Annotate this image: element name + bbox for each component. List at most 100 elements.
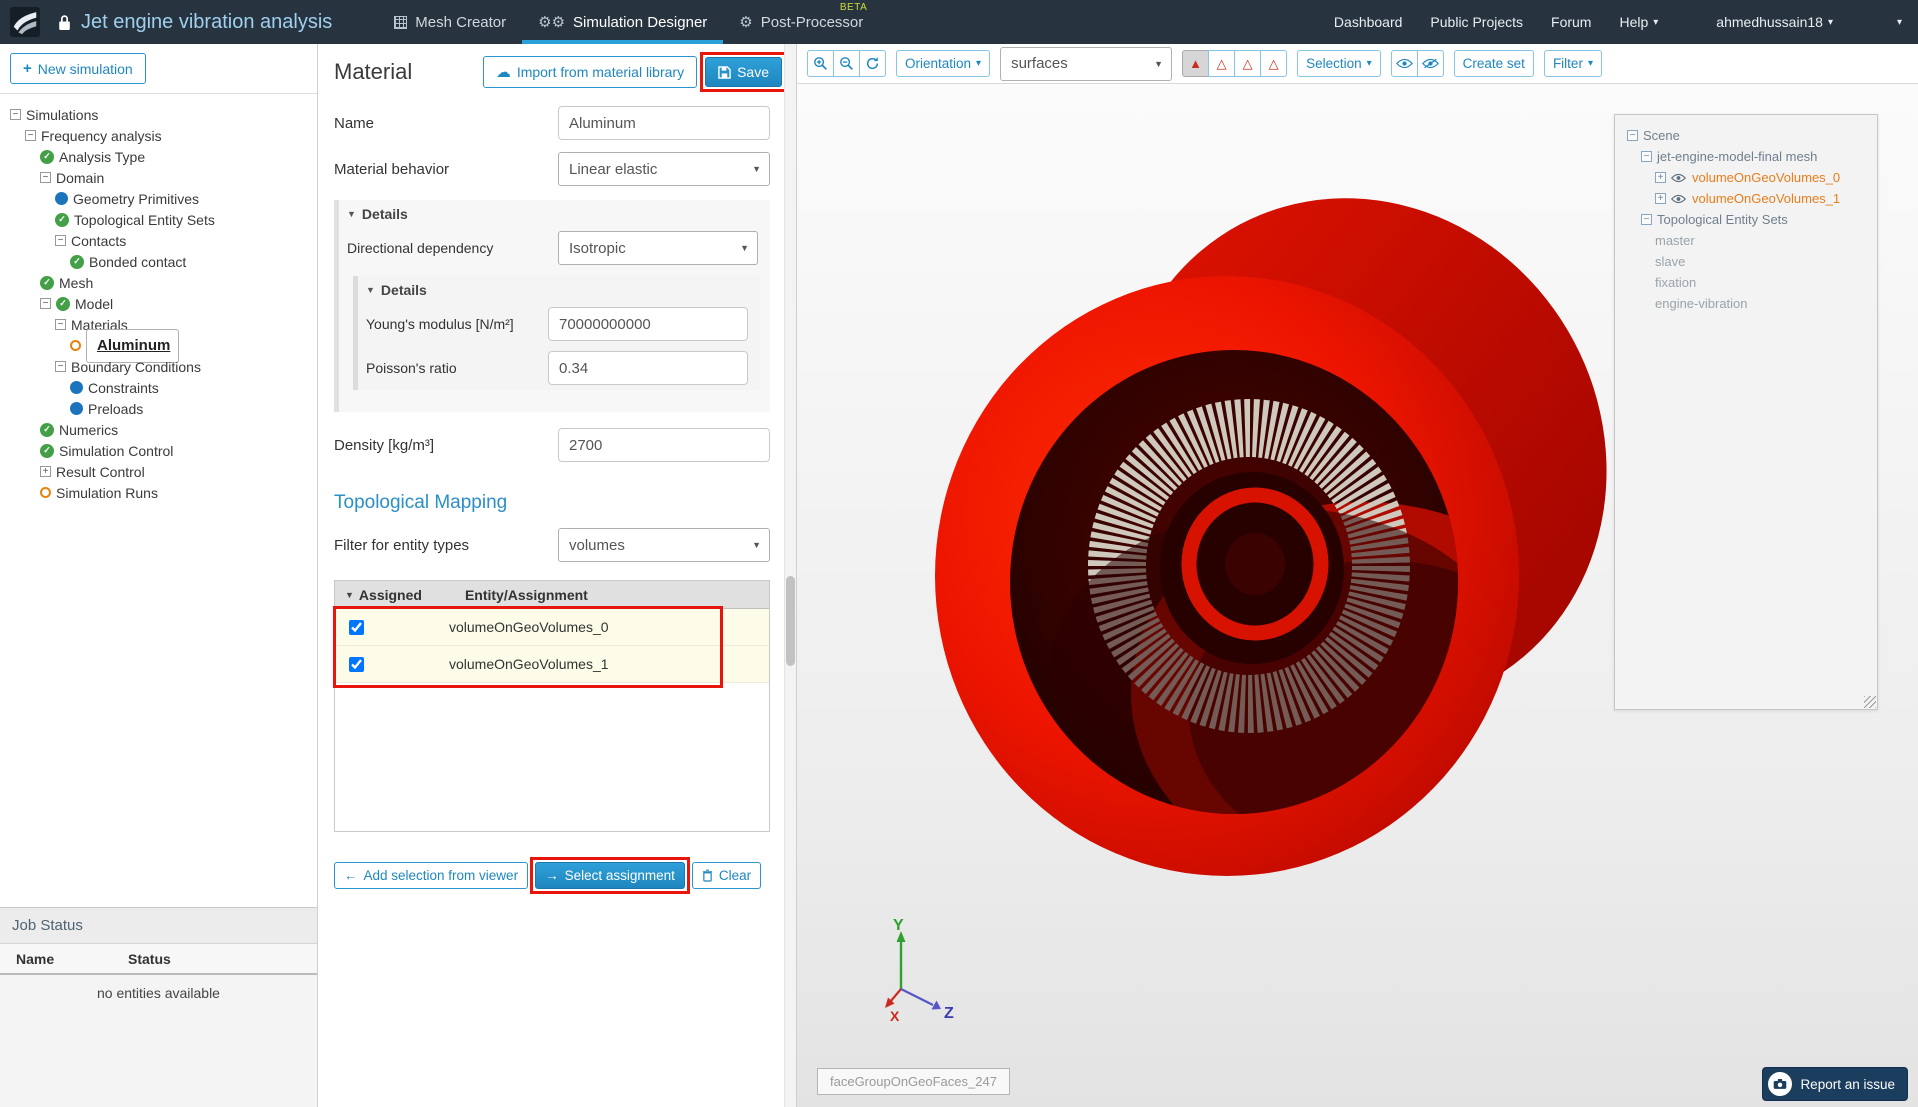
minus-icon[interactable] (55, 361, 66, 372)
inner-details-header[interactable]: ▼ Details (358, 276, 760, 302)
scene-tree-item[interactable]: master (1621, 230, 1871, 251)
align-normals-button[interactable]: △ (1234, 50, 1261, 77)
tree-item[interactable]: Simulation Control (0, 440, 317, 461)
job-status-col-status: Status (128, 951, 171, 967)
tree-item[interactable]: Result Control (0, 461, 317, 482)
tree-item[interactable]: Geometry Primitives (0, 188, 317, 209)
tree-item[interactable]: Analysis Type (0, 146, 317, 167)
dot-icon (70, 402, 83, 415)
tree-item-label: Simulation Runs (56, 485, 158, 501)
tree-item[interactable]: Topological Entity Sets (0, 209, 317, 230)
tree-item[interactable]: Domain (0, 167, 317, 188)
scene-tree-item[interactable]: Topological Entity Sets (1621, 209, 1871, 230)
eye-icon[interactable] (1671, 194, 1687, 204)
zoom-in-button[interactable] (807, 50, 834, 77)
poisson-ratio-input[interactable] (548, 351, 748, 385)
tab-post-processor[interactable]: BETA ⚙ Post-Processor (723, 0, 879, 44)
plus-icon[interactable] (1655, 172, 1666, 183)
select-assignment-button[interactable]: → Select assignment (535, 862, 685, 889)
create-set-button[interactable]: Create set (1454, 50, 1534, 77)
entity-type-filter-select[interactable]: volumes ▼ (558, 528, 770, 562)
tree-item-label: Contacts (71, 233, 126, 249)
clear-button[interactable]: Clear (692, 862, 761, 889)
minus-icon[interactable] (1641, 214, 1652, 225)
minus-icon[interactable] (10, 109, 21, 120)
nav-public-projects[interactable]: Public Projects (1430, 14, 1523, 30)
tree-item[interactable]: Model (0, 293, 317, 314)
assignment-checkbox[interactable] (349, 620, 364, 635)
hide-selection-button[interactable] (1417, 50, 1444, 77)
eye-icon[interactable] (1671, 173, 1687, 183)
show-normals-button[interactable]: ▲ (1182, 50, 1209, 77)
tree-item[interactable]: Simulation Runs (0, 482, 317, 503)
panel-scrollbar[interactable] (784, 44, 796, 1107)
axis-z-label: Z (944, 1005, 954, 1022)
youngs-modulus-input[interactable] (548, 307, 748, 341)
assigned-column-header: Assigned (359, 587, 422, 603)
directional-dependency-select[interactable]: Isotropic ▼ (558, 231, 758, 265)
tree-item[interactable]: Boundary Conditions (0, 356, 317, 377)
sort-caret-icon[interactable]: ▼ (345, 590, 354, 600)
scene-tree-label: engine-vibration (1655, 296, 1748, 311)
tree-item[interactable]: Contacts (0, 230, 317, 251)
minus-icon[interactable] (55, 319, 66, 330)
orientation-dropdown[interactable]: Orientation ▾ (896, 50, 990, 77)
material-behavior-select[interactable]: Linear elastic ▼ (558, 152, 770, 186)
minus-icon[interactable] (1627, 130, 1638, 141)
import-material-button[interactable]: ☁ Import from material library (483, 56, 697, 88)
scene-tree-item[interactable]: Scene (1621, 125, 1871, 146)
user-menu[interactable]: ahmedhussain18▾ (1716, 14, 1833, 30)
tab-simulation-designer[interactable]: ⚙⚙ Simulation Designer (522, 0, 723, 44)
refresh-view-button[interactable] (859, 50, 886, 77)
minus-icon[interactable] (25, 130, 36, 141)
tree-item[interactable]: Aluminum (0, 335, 317, 356)
scrollbar-thumb[interactable] (786, 576, 795, 666)
nav-forum[interactable]: Forum (1551, 14, 1591, 30)
tree-item[interactable]: Mesh (0, 272, 317, 293)
new-simulation-button[interactable]: + New simulation (10, 53, 146, 84)
scene-tree-item[interactable]: jet-engine-model-final mesh (1621, 146, 1871, 167)
tree-item[interactable]: Constraints (0, 377, 317, 398)
scene-tree-item[interactable]: volumeOnGeoVolumes_0 (1621, 167, 1871, 188)
nav-help-menu[interactable]: Help▾ (1619, 14, 1658, 30)
tab-mesh-creator[interactable]: Mesh Creator (378, 0, 522, 44)
minus-icon[interactable] (55, 235, 66, 246)
tree-item[interactable]: Simulations (0, 104, 317, 125)
tree-item[interactable]: Bonded contact (0, 251, 317, 272)
simscale-logo[interactable] (10, 7, 40, 37)
selection-dropdown[interactable]: Selection ▾ (1297, 50, 1381, 77)
zoom-out-button[interactable] (833, 50, 860, 77)
nav-dashboard[interactable]: Dashboard (1334, 14, 1403, 30)
viewer-3d[interactable]: Orientation ▾ surfaces ▼ ▲ △ △ △ Selecti… (797, 44, 1918, 1107)
render-mode-select[interactable]: surfaces ▼ (1000, 47, 1172, 81)
plus-icon[interactable] (40, 466, 51, 477)
tree-item[interactable]: Preloads (0, 398, 317, 419)
minus-icon[interactable] (1641, 151, 1652, 162)
save-button[interactable]: Save (705, 57, 782, 87)
flip-normals-button[interactable]: △ (1208, 50, 1235, 77)
table-row[interactable]: volumeOnGeoVolumes_1 (335, 646, 769, 683)
filter-dropdown[interactable]: Filter ▾ (1544, 50, 1602, 77)
details-header[interactable]: ▼ Details (339, 200, 770, 226)
scene-tree-item[interactable]: engine-vibration (1621, 293, 1871, 314)
scene-tree-item[interactable]: volumeOnGeoVolumes_1 (1621, 188, 1871, 209)
scene-tree-item[interactable]: fixation (1621, 272, 1871, 293)
reset-normals-button[interactable]: △ (1260, 50, 1287, 77)
material-name-input[interactable] (558, 106, 770, 140)
tab-label: Post-Processor (761, 14, 864, 31)
add-selection-button[interactable]: ← Add selection from viewer (334, 862, 528, 889)
scene-tree-item[interactable]: slave (1621, 251, 1871, 272)
table-row[interactable]: volumeOnGeoVolumes_0 (335, 609, 769, 646)
report-issue-button[interactable]: Report an issue (1762, 1067, 1908, 1101)
density-input[interactable] (558, 428, 770, 462)
minus-icon[interactable] (40, 172, 51, 183)
entity-name: volumeOnGeoVolumes_1 (449, 656, 609, 672)
minus-icon[interactable] (40, 298, 51, 309)
show-hidden-button[interactable] (1391, 50, 1418, 77)
tree-item[interactable]: Frequency analysis (0, 125, 317, 146)
assignment-checkbox[interactable] (349, 657, 364, 672)
tree-item[interactable]: Numerics (0, 419, 317, 440)
plus-icon[interactable] (1655, 193, 1666, 204)
behavior-label: Material behavior (334, 161, 558, 178)
topbar-extra-caret[interactable]: ▾ (1897, 17, 1902, 28)
